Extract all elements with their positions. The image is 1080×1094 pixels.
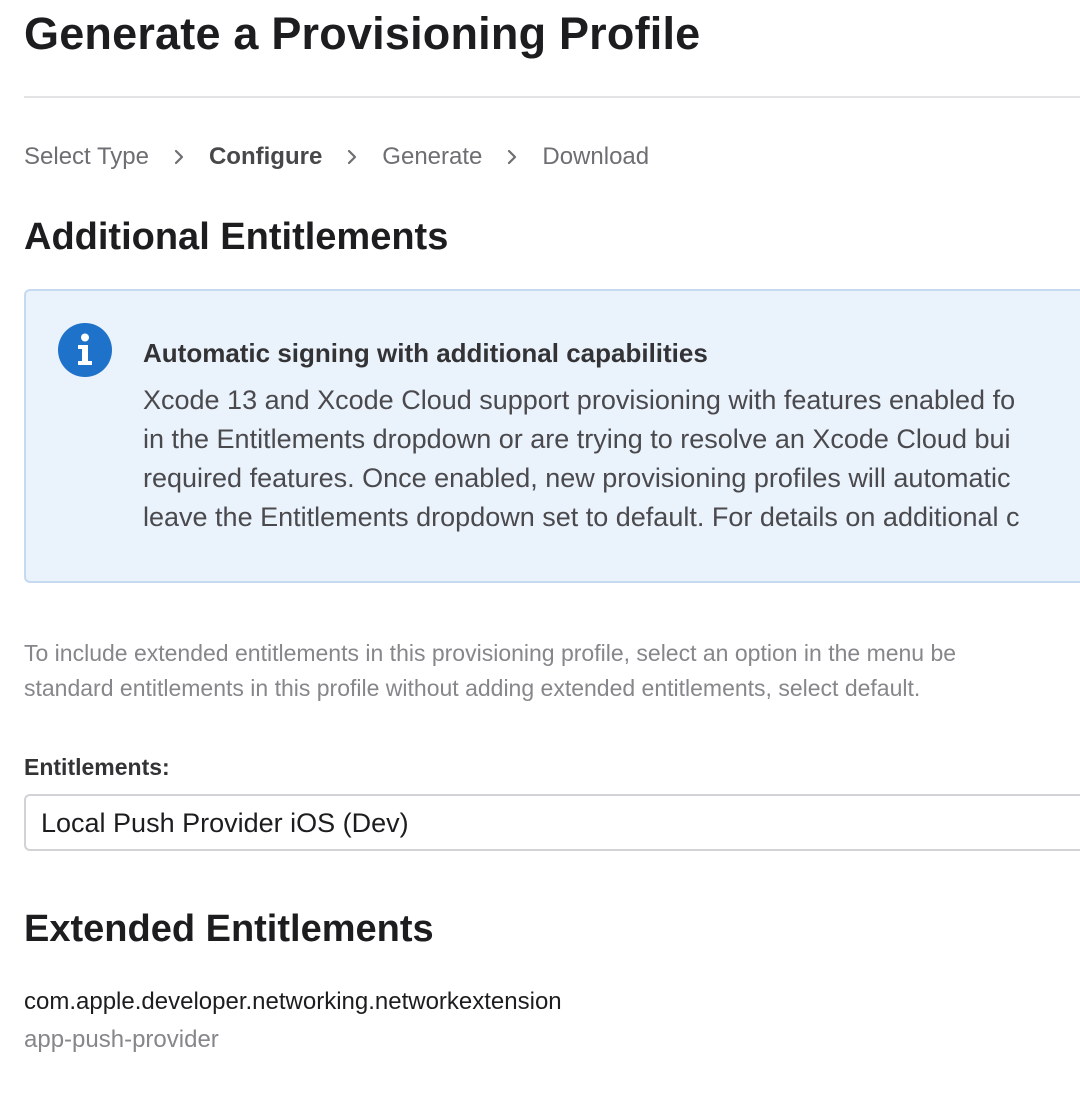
entitlements-selected-value: Local Push Provider iOS (Dev): [41, 808, 409, 838]
extended-entitlement-key: com.apple.developer.networking.networkex…: [24, 988, 562, 1015]
notice-line: in the Entitlements dropdown or are tryi…: [143, 424, 1011, 454]
notice-title: Automatic signing with additional capabi…: [143, 338, 708, 368]
extended-entitlement-value: app-push-provider: [24, 1026, 219, 1053]
chevron-right-icon: [482, 140, 542, 174]
title-divider: [24, 96, 1080, 98]
notice-line: leave the Entitlements dropdown set to d…: [143, 502, 1020, 532]
info-notice: Automatic signing with additional capabi…: [24, 289, 1080, 583]
notice-line: Xcode 13 and Xcode Cloud support provisi…: [143, 385, 1016, 415]
step-generate: Generate: [382, 143, 483, 170]
chevron-right-icon: [322, 140, 382, 174]
entitlements-label: Entitlements:: [24, 754, 170, 780]
info-icon: [57, 322, 113, 378]
entitlements-dropdown[interactable]: Local Push Provider iOS (Dev): [24, 794, 1080, 851]
step-breadcrumb: Select Type Configure Generate Download: [24, 140, 649, 174]
additional-entitlements-heading: Additional Entitlements: [24, 216, 449, 258]
entitlements-helper-text: To include extended entitlements in this…: [24, 636, 956, 706]
provisioning-profile-page: Generate a Provisioning Profile Select T…: [0, 0, 1080, 1094]
helper-line: standard entitlements in this profile wi…: [24, 675, 921, 701]
step-select-type: Select Type: [24, 143, 149, 170]
notice-line: required features. Once enabled, new pro…: [143, 463, 1011, 493]
page-title: Generate a Provisioning Profile: [24, 8, 701, 59]
chevron-right-icon: [149, 140, 209, 174]
step-configure: Configure: [208, 143, 323, 170]
extended-entitlements-heading: Extended Entitlements: [24, 908, 434, 950]
step-download: Download: [542, 143, 650, 170]
notice-body: Xcode 13 and Xcode Cloud support provisi…: [143, 381, 1020, 537]
helper-line: To include extended entitlements in this…: [24, 640, 957, 666]
